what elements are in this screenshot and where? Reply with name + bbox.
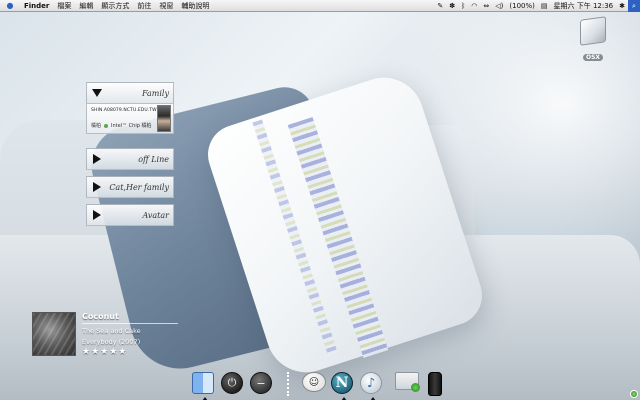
paw-icon[interactable]: ✽ [446,0,458,12]
chat-icon: ☺ [302,372,326,392]
track-title: Coconut [82,312,178,324]
avatar [157,105,171,132]
script-icon[interactable]: ✎ [434,0,446,12]
track-album: Everybody (2007) [82,338,141,346]
group-name: Cat,Her family [109,182,169,192]
album-art[interactable] [32,312,76,356]
finder-icon [192,372,214,394]
wifi-icon[interactable]: ◠ [468,0,480,12]
menu-go[interactable]: 前往 [133,0,155,12]
status-light-icon [630,390,638,398]
prefs-icon [395,372,420,392]
power-icon: ⏻ [221,372,243,394]
n-icon: N [331,372,353,394]
contact-name: 橘柏 [91,123,102,129]
dock: ⏻ − ☺ N ♪ [188,368,450,400]
menu-view[interactable]: 顯示方式 [97,0,133,12]
menu-window[interactable]: 視窗 [155,0,177,12]
menu-file[interactable]: 檔案 [53,0,75,12]
collapse-triangle-icon[interactable] [93,154,101,164]
group-name: off Line [138,154,169,164]
menu-bar: ● Finder 檔案 編輯 顯示方式 前往 視窗 輔助說明 ✎ ✽ ᛒ ◠ ⇔… [0,0,640,12]
apple-icon[interactable]: ● [0,1,20,10]
desktop-icon-osx[interactable]: OSX [574,16,612,63]
track-info: Coconut The Sea and Cake Everybody (2007… [82,312,178,357]
itunes-icon: ♪ [360,372,382,394]
dock-prefs[interactable] [395,372,420,396]
us-flag-icon[interactable]: ▤ [538,0,551,12]
bluetooth-icon[interactable]: ✱ [616,0,628,12]
hard-drive-icon [580,16,606,46]
bluetooth-icon[interactable]: ᛒ [458,0,468,12]
minus-icon: − [250,372,272,394]
collapse-triangle-icon[interactable] [93,182,101,192]
contact-status: Intel™ Chip 橘柏 [111,123,152,129]
sync-icon[interactable]: ⇔ [480,0,492,12]
dock-finder[interactable] [192,372,216,400]
dock-minus[interactable]: − [250,372,274,396]
menu-extras: ✎ ✽ ᛒ ◠ ⇔ ◁) (100%) ▤ 星期六 下午 12:36 ✱ ⌕ [434,0,640,12]
contact-email: SHIN.A08079.NCTU.EDU.TW [91,108,157,113]
contact-group-avatar[interactable]: Avatar [86,204,174,226]
spotlight-icon[interactable]: ⌕ [628,0,640,12]
dock-n-app[interactable]: N [331,372,355,400]
menu-help[interactable]: 輔助說明 [177,0,213,12]
menu-clock[interactable]: 星期六 下午 12:36 [551,0,617,12]
dock-chat[interactable]: ☺ [302,372,326,396]
dock-power[interactable]: ⏻ [221,372,245,396]
group-name: Avatar [142,210,169,220]
menu-edit[interactable]: 編輯 [75,0,97,12]
contact-group-offline[interactable]: off Line [86,148,174,170]
contact-group-family[interactable]: Family [86,82,174,104]
online-status-icon [104,123,109,128]
battery-status[interactable]: (100%) [506,0,537,12]
menu-finder[interactable]: Finder [20,0,53,12]
dock-itunes[interactable]: ♪ [360,372,384,400]
track-artist: The Sea and Cake [82,327,141,335]
dock-cup[interactable] [424,372,448,396]
dock-separator [287,372,289,396]
expand-triangle-icon[interactable] [92,89,102,97]
collapse-triangle-icon[interactable] [93,210,101,220]
rating-stars[interactable]: ★★★★★ [82,347,178,357]
cup-icon [428,372,442,396]
group-name: Family [142,88,169,98]
contact-entry[interactable]: SHIN.A08079.NCTU.EDU.TW 橘柏 Intel™ Chip 橘… [86,104,174,134]
contacts-widget: Family SHIN.A08079.NCTU.EDU.TW 橘柏 Intel™… [86,82,174,226]
desktop-icon-label: OSX [582,54,604,61]
now-playing-widget: Coconut The Sea and Cake Everybody (2007… [32,312,178,357]
contact-status-row: 橘柏 Intel™ Chip 橘柏 [91,122,152,129]
contact-group-cat-her-family[interactable]: Cat,Her family [86,176,174,198]
volume-icon[interactable]: ◁) [492,0,506,12]
